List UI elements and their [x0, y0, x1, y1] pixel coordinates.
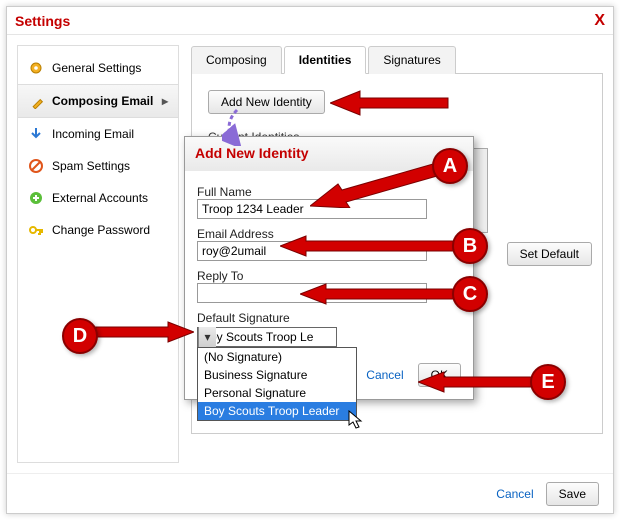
cancel-button[interactable]: Cancel — [366, 368, 403, 382]
annotation-arrow-icon — [280, 234, 460, 258]
tab-identities[interactable]: Identities — [284, 46, 367, 74]
sidebar-item-label: Incoming Email — [52, 127, 134, 141]
annotation-arrow-icon — [310, 158, 450, 208]
pencil-icon — [28, 93, 44, 109]
annotation-arrow-icon — [300, 282, 460, 306]
sidebar-item-label: Spam Settings — [52, 159, 130, 173]
download-icon — [28, 126, 44, 142]
footer: Cancel Save — [7, 473, 613, 513]
annotation-badge-d: D — [62, 318, 98, 354]
close-icon[interactable]: X — [594, 12, 605, 30]
annotation-badge-e: E — [530, 364, 566, 400]
sidebar-item-password[interactable]: Change Password — [18, 214, 178, 246]
block-icon — [28, 158, 44, 174]
signature-option[interactable]: Business Signature — [198, 366, 356, 384]
annotation-badge-c: C — [452, 276, 488, 312]
signature-label: Default Signature — [197, 311, 461, 325]
signature-dropdown: (No Signature) Business Signature Person… — [197, 347, 357, 421]
sidebar-item-label: Composing Email — [52, 94, 153, 108]
replyto-label: Reply To — [197, 269, 461, 283]
sidebar-item-composing[interactable]: Composing Email ▸ — [18, 84, 178, 118]
sidebar-item-label: External Accounts — [52, 191, 148, 205]
annotation-arrow-icon — [94, 320, 194, 350]
signature-option[interactable]: Boy Scouts Troop Leader — [198, 402, 356, 420]
tabs: Composing Identities Signatures — [191, 45, 603, 74]
key-icon — [28, 222, 44, 238]
sidebar-item-label: General Settings — [52, 61, 141, 75]
annotation-badge-b: B — [452, 228, 488, 264]
tab-composing[interactable]: Composing — [191, 46, 282, 74]
signature-option[interactable]: Personal Signature — [198, 384, 356, 402]
signature-option[interactable]: (No Signature) — [198, 348, 356, 366]
annotation-arrow-icon — [418, 370, 538, 394]
signature-select[interactable]: Boy Scouts Troop Le ▾ (No Signature) Bus… — [197, 327, 337, 347]
set-default-button[interactable]: Set Default — [507, 242, 592, 266]
annotation-arrow-icon — [330, 88, 450, 118]
cancel-link[interactable]: Cancel — [496, 487, 533, 501]
chevron-right-icon: ▸ — [162, 94, 168, 108]
window-title: Settings — [15, 13, 594, 29]
sidebar-item-spam[interactable]: Spam Settings — [18, 150, 178, 182]
save-button[interactable]: Save — [546, 482, 599, 506]
guide-arrow-icon — [222, 108, 252, 146]
cursor-icon — [348, 410, 364, 430]
gear-icon — [28, 60, 44, 76]
sidebar: General Settings Composing Email ▸ Incom… — [17, 45, 179, 463]
sidebar-item-incoming[interactable]: Incoming Email — [18, 118, 178, 150]
plus-icon — [28, 190, 44, 206]
titlebar: Settings X — [7, 7, 613, 35]
sidebar-item-label: Change Password — [52, 223, 150, 237]
annotation-badge-a: A — [432, 148, 468, 184]
signature-selected-value: Boy Scouts Troop Le — [198, 330, 336, 344]
sidebar-item-external[interactable]: External Accounts — [18, 182, 178, 214]
chevron-down-icon[interactable]: ▾ — [198, 327, 216, 347]
signature-select-display[interactable]: Boy Scouts Troop Le ▾ — [197, 327, 337, 347]
sidebar-item-general[interactable]: General Settings — [18, 52, 178, 84]
tab-signatures[interactable]: Signatures — [368, 46, 455, 74]
